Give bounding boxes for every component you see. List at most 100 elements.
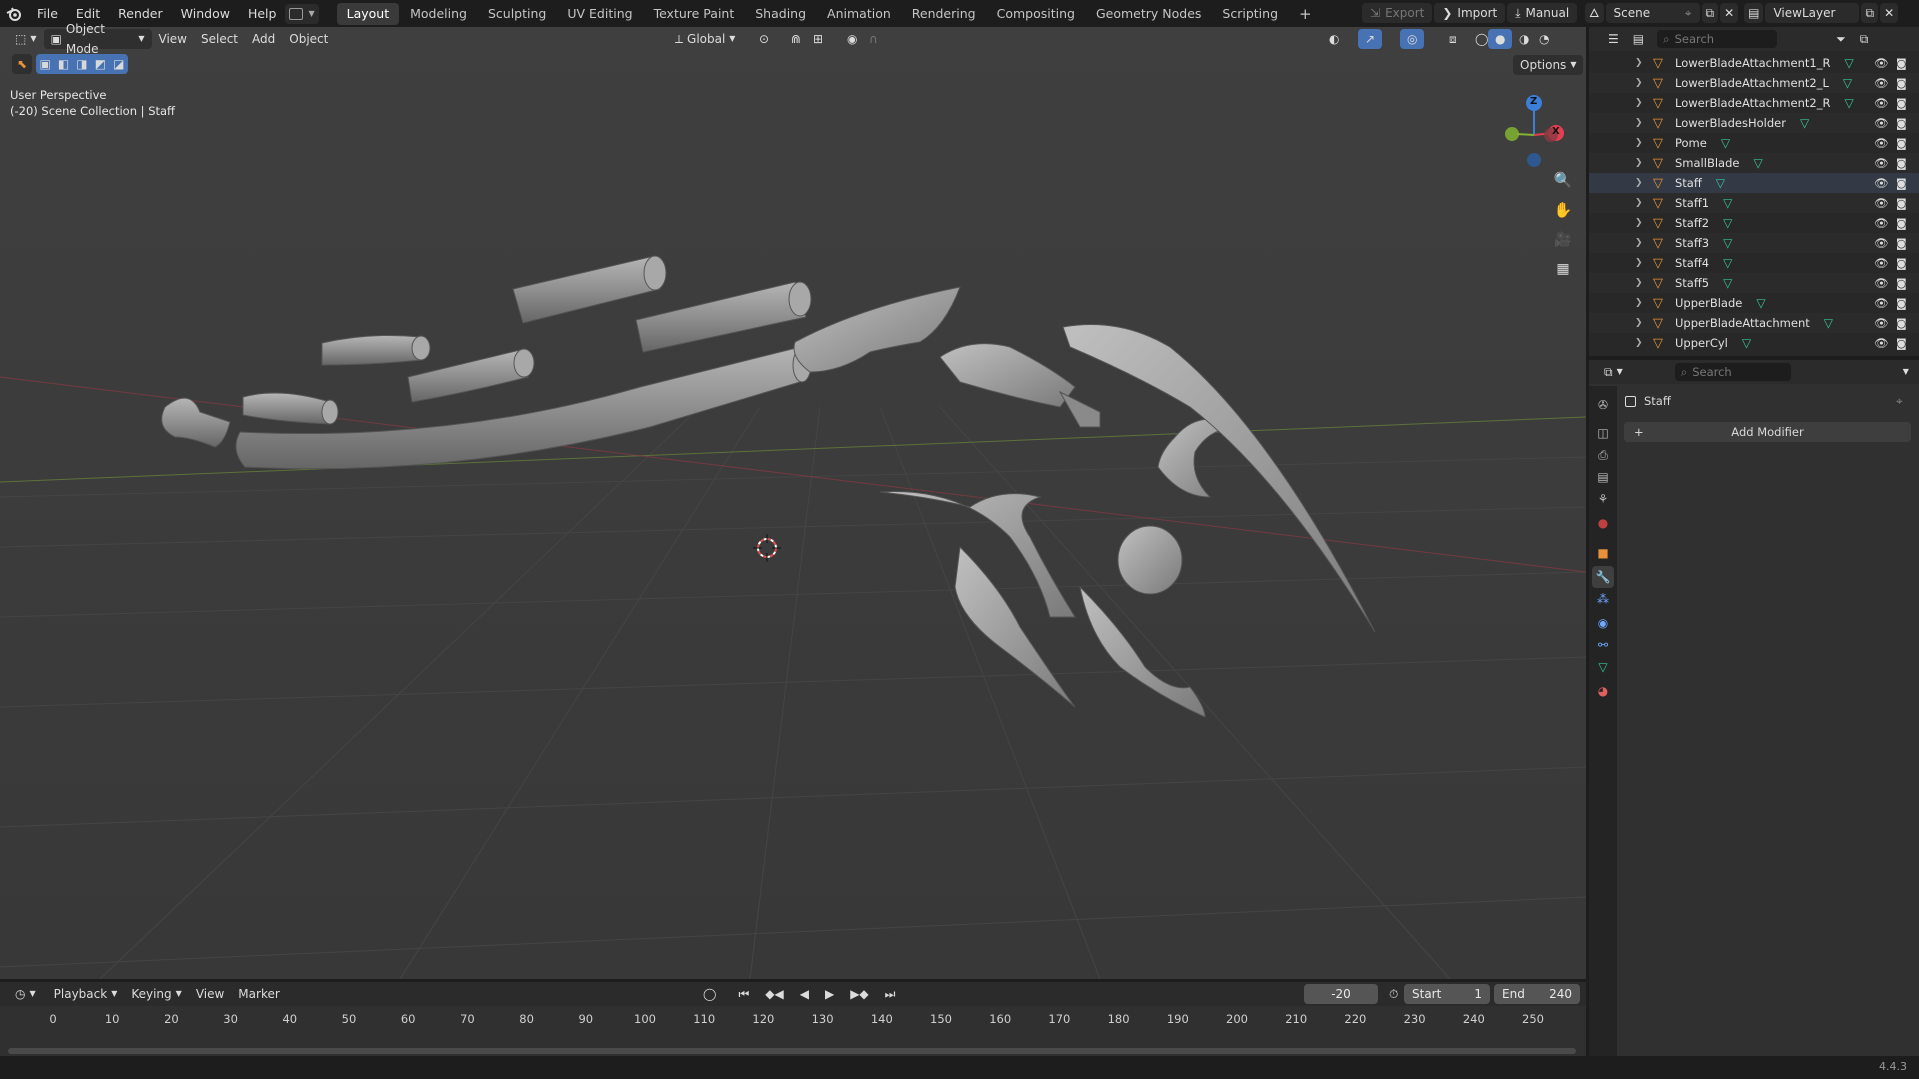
- pin-icon[interactable]: ⌖: [1896, 394, 1903, 409]
- tab-tool[interactable]: ✇: [1592, 394, 1614, 416]
- tab-world[interactable]: ●: [1592, 512, 1614, 534]
- outliner-item[interactable]: ❯ ▽ Staff3 ▽ 👁 ◙: [1589, 233, 1919, 253]
- add-workspace-button[interactable]: +: [1289, 3, 1322, 25]
- tab-physics[interactable]: ◉: [1592, 612, 1614, 634]
- end-frame-field[interactable]: End 240: [1494, 984, 1580, 1004]
- properties-editor-type-button[interactable]: ⧉ ▼: [1597, 362, 1630, 382]
- auto-keying-button[interactable]: ◯: [696, 984, 723, 1004]
- outliner-item[interactable]: ❯ ▽ UpperBladeAttachment ▽ 👁 ◙: [1589, 313, 1919, 333]
- display-mode-button[interactable]: ▤: [1626, 29, 1651, 49]
- chevron-right-icon[interactable]: ❯: [1635, 98, 1645, 108]
- gizmo-toggle-button[interactable]: ↗: [1358, 29, 1383, 49]
- camera-render-icon[interactable]: ◙: [1896, 317, 1907, 330]
- chevron-right-icon[interactable]: ❯: [1635, 258, 1645, 268]
- menu-keying[interactable]: Keying ▼: [124, 984, 188, 1004]
- camera-render-icon[interactable]: ◙: [1896, 237, 1907, 250]
- chevron-right-icon[interactable]: ❯: [1635, 318, 1645, 328]
- outliner-item[interactable]: ❯ ▽ LowerBladesHolder ▽ 👁 ◙: [1589, 113, 1919, 133]
- proportional-edit-button[interactable]: ◉: [840, 29, 864, 49]
- rendered-shading-button[interactable]: ◔: [1532, 29, 1556, 49]
- camera-render-icon[interactable]: ◙: [1896, 297, 1907, 310]
- camera-render-icon[interactable]: ◙: [1896, 157, 1907, 170]
- delete-viewlayer-button[interactable]: ✕: [1880, 3, 1899, 23]
- chevron-right-icon[interactable]: ❯: [1635, 58, 1645, 68]
- camera-render-icon[interactable]: ◙: [1896, 217, 1907, 230]
- chevron-right-icon[interactable]: ❯: [1635, 218, 1645, 228]
- blender-logo-icon[interactable]: [0, 0, 28, 27]
- outliner-item[interactable]: ❯ ▽ Staff5 ▽ 👁 ◙: [1589, 273, 1919, 293]
- navigation-gizmo[interactable]: Z X: [1492, 87, 1572, 167]
- eye-icon[interactable]: 👁: [1874, 96, 1889, 110]
- tab-rendering[interactable]: Rendering: [902, 3, 986, 25]
- eye-icon[interactable]: 👁: [1874, 236, 1889, 250]
- outliner-item[interactable]: ❯ ▽ LowerBladeAttachment1_R ▽ 👁 ◙: [1589, 53, 1919, 73]
- chevron-right-icon[interactable]: ❯: [1635, 238, 1645, 248]
- eye-icon[interactable]: 👁: [1874, 216, 1889, 230]
- filter-button[interactable]: ⏷: [1829, 29, 1853, 49]
- camera-render-icon[interactable]: ◙: [1896, 97, 1907, 110]
- tab-uv-editing[interactable]: UV Editing: [557, 3, 642, 25]
- prev-keyframe-button[interactable]: ◆◀: [758, 984, 790, 1004]
- tweak-tool-button[interactable]: ⬉: [12, 54, 32, 74]
- tab-texture-paint[interactable]: Texture Paint: [644, 3, 745, 25]
- menu-marker[interactable]: Marker: [231, 984, 286, 1004]
- mode-dropdown[interactable]: ▣ Object Mode ▼: [43, 22, 152, 56]
- eye-icon[interactable]: 👁: [1874, 276, 1889, 290]
- tab-particles[interactable]: ⁂: [1592, 588, 1614, 610]
- tab-material[interactable]: ◕: [1592, 680, 1614, 702]
- outliner-item[interactable]: ❯ ▽ Staff2 ▽ 👁 ◙: [1589, 213, 1919, 233]
- timeline-editor-type-button[interactable]: ◷ ▼: [8, 984, 43, 1004]
- eye-icon[interactable]: 👁: [1874, 296, 1889, 310]
- tab-modeling[interactable]: Modeling: [400, 3, 477, 25]
- editor-type-dropdown[interactable]: ▼: [285, 3, 319, 24]
- outliner-search-input[interactable]: ⌕ Search: [1657, 30, 1778, 48]
- camera-render-icon[interactable]: ◙: [1896, 257, 1907, 270]
- viewlayer-selector-button[interactable]: ▤: [1744, 3, 1764, 23]
- chevron-right-icon[interactable]: ❯: [1635, 138, 1645, 148]
- tab-layout[interactable]: Layout: [336, 2, 400, 25]
- tab-modifier[interactable]: 🔧: [1592, 566, 1614, 588]
- manual-button[interactable]: ⤓ Manual: [1507, 3, 1578, 23]
- delete-scene-button[interactable]: ✕: [1720, 3, 1739, 23]
- eye-icon[interactable]: 👁: [1874, 196, 1889, 210]
- tab-scripting[interactable]: Scripting: [1212, 3, 1288, 25]
- menu-select[interactable]: Select: [194, 29, 245, 49]
- visibility-filter-button[interactable]: ◐: [1322, 29, 1346, 49]
- timeline-scrollbar[interactable]: [8, 1048, 1576, 1054]
- falloff-button[interactable]: ∩: [862, 29, 885, 49]
- menu-file[interactable]: File: [28, 0, 67, 27]
- tab-render[interactable]: ◫: [1592, 422, 1614, 444]
- viewlayer-name-field[interactable]: ViewLayer: [1765, 3, 1860, 23]
- snap-target-button[interactable]: ⊞: [806, 29, 830, 49]
- tab-shading[interactable]: Shading: [745, 3, 816, 25]
- scene-selector-button[interactable]: 🜂: [1585, 3, 1604, 23]
- next-keyframe-button[interactable]: ▶◆: [843, 984, 875, 1004]
- new-viewlayer-button[interactable]: ⧉: [1861, 3, 1879, 23]
- ortho-toggle-button[interactable]: ▦: [1550, 256, 1576, 282]
- tab-animation[interactable]: Animation: [817, 3, 901, 25]
- menu-playback[interactable]: Playback ▼: [47, 984, 125, 1004]
- play-reverse-button[interactable]: ◀: [793, 984, 816, 1004]
- outliner-item[interactable]: ❯ ▽ LowerBladeAttachment2_R ▽ 👁 ◙: [1589, 93, 1919, 113]
- chevron-right-icon[interactable]: ❯: [1635, 278, 1645, 288]
- tab-view-layer[interactable]: ▤: [1592, 466, 1614, 488]
- menu-timeline-view[interactable]: View: [189, 984, 231, 1004]
- selection-mode-buttons[interactable]: ▣ ◧ ◨ ◩ ◪: [36, 54, 128, 74]
- outliner-editor-type-button[interactable]: ☰: [1601, 29, 1626, 49]
- eye-icon[interactable]: 👁: [1874, 56, 1889, 70]
- eye-icon[interactable]: 👁: [1874, 76, 1889, 90]
- pan-button[interactable]: ✋: [1550, 197, 1576, 223]
- camera-render-icon[interactable]: ◙: [1896, 277, 1907, 290]
- new-scene-button[interactable]: ⧉: [1701, 3, 1719, 23]
- new-collection-button[interactable]: ⧉: [1853, 29, 1876, 49]
- menu-object[interactable]: Object: [282, 29, 335, 49]
- tab-data[interactable]: ▽: [1592, 656, 1614, 678]
- export-button[interactable]: ⇲ Export: [1362, 3, 1433, 23]
- camera-render-icon[interactable]: ◙: [1896, 197, 1907, 210]
- 3d-viewport[interactable]: User Perspective (-20) Scene Collection …: [0, 27, 1586, 979]
- outliner-item[interactable]: ❯ ▽ SmallBlade ▽ 👁 ◙: [1589, 153, 1919, 173]
- outliner-item[interactable]: ❯ ▽ Pome ▽ 👁 ◙: [1589, 133, 1919, 153]
- play-button[interactable]: ▶: [818, 984, 841, 1004]
- chevron-right-icon[interactable]: ❯: [1635, 338, 1645, 348]
- menu-help[interactable]: Help: [239, 0, 286, 27]
